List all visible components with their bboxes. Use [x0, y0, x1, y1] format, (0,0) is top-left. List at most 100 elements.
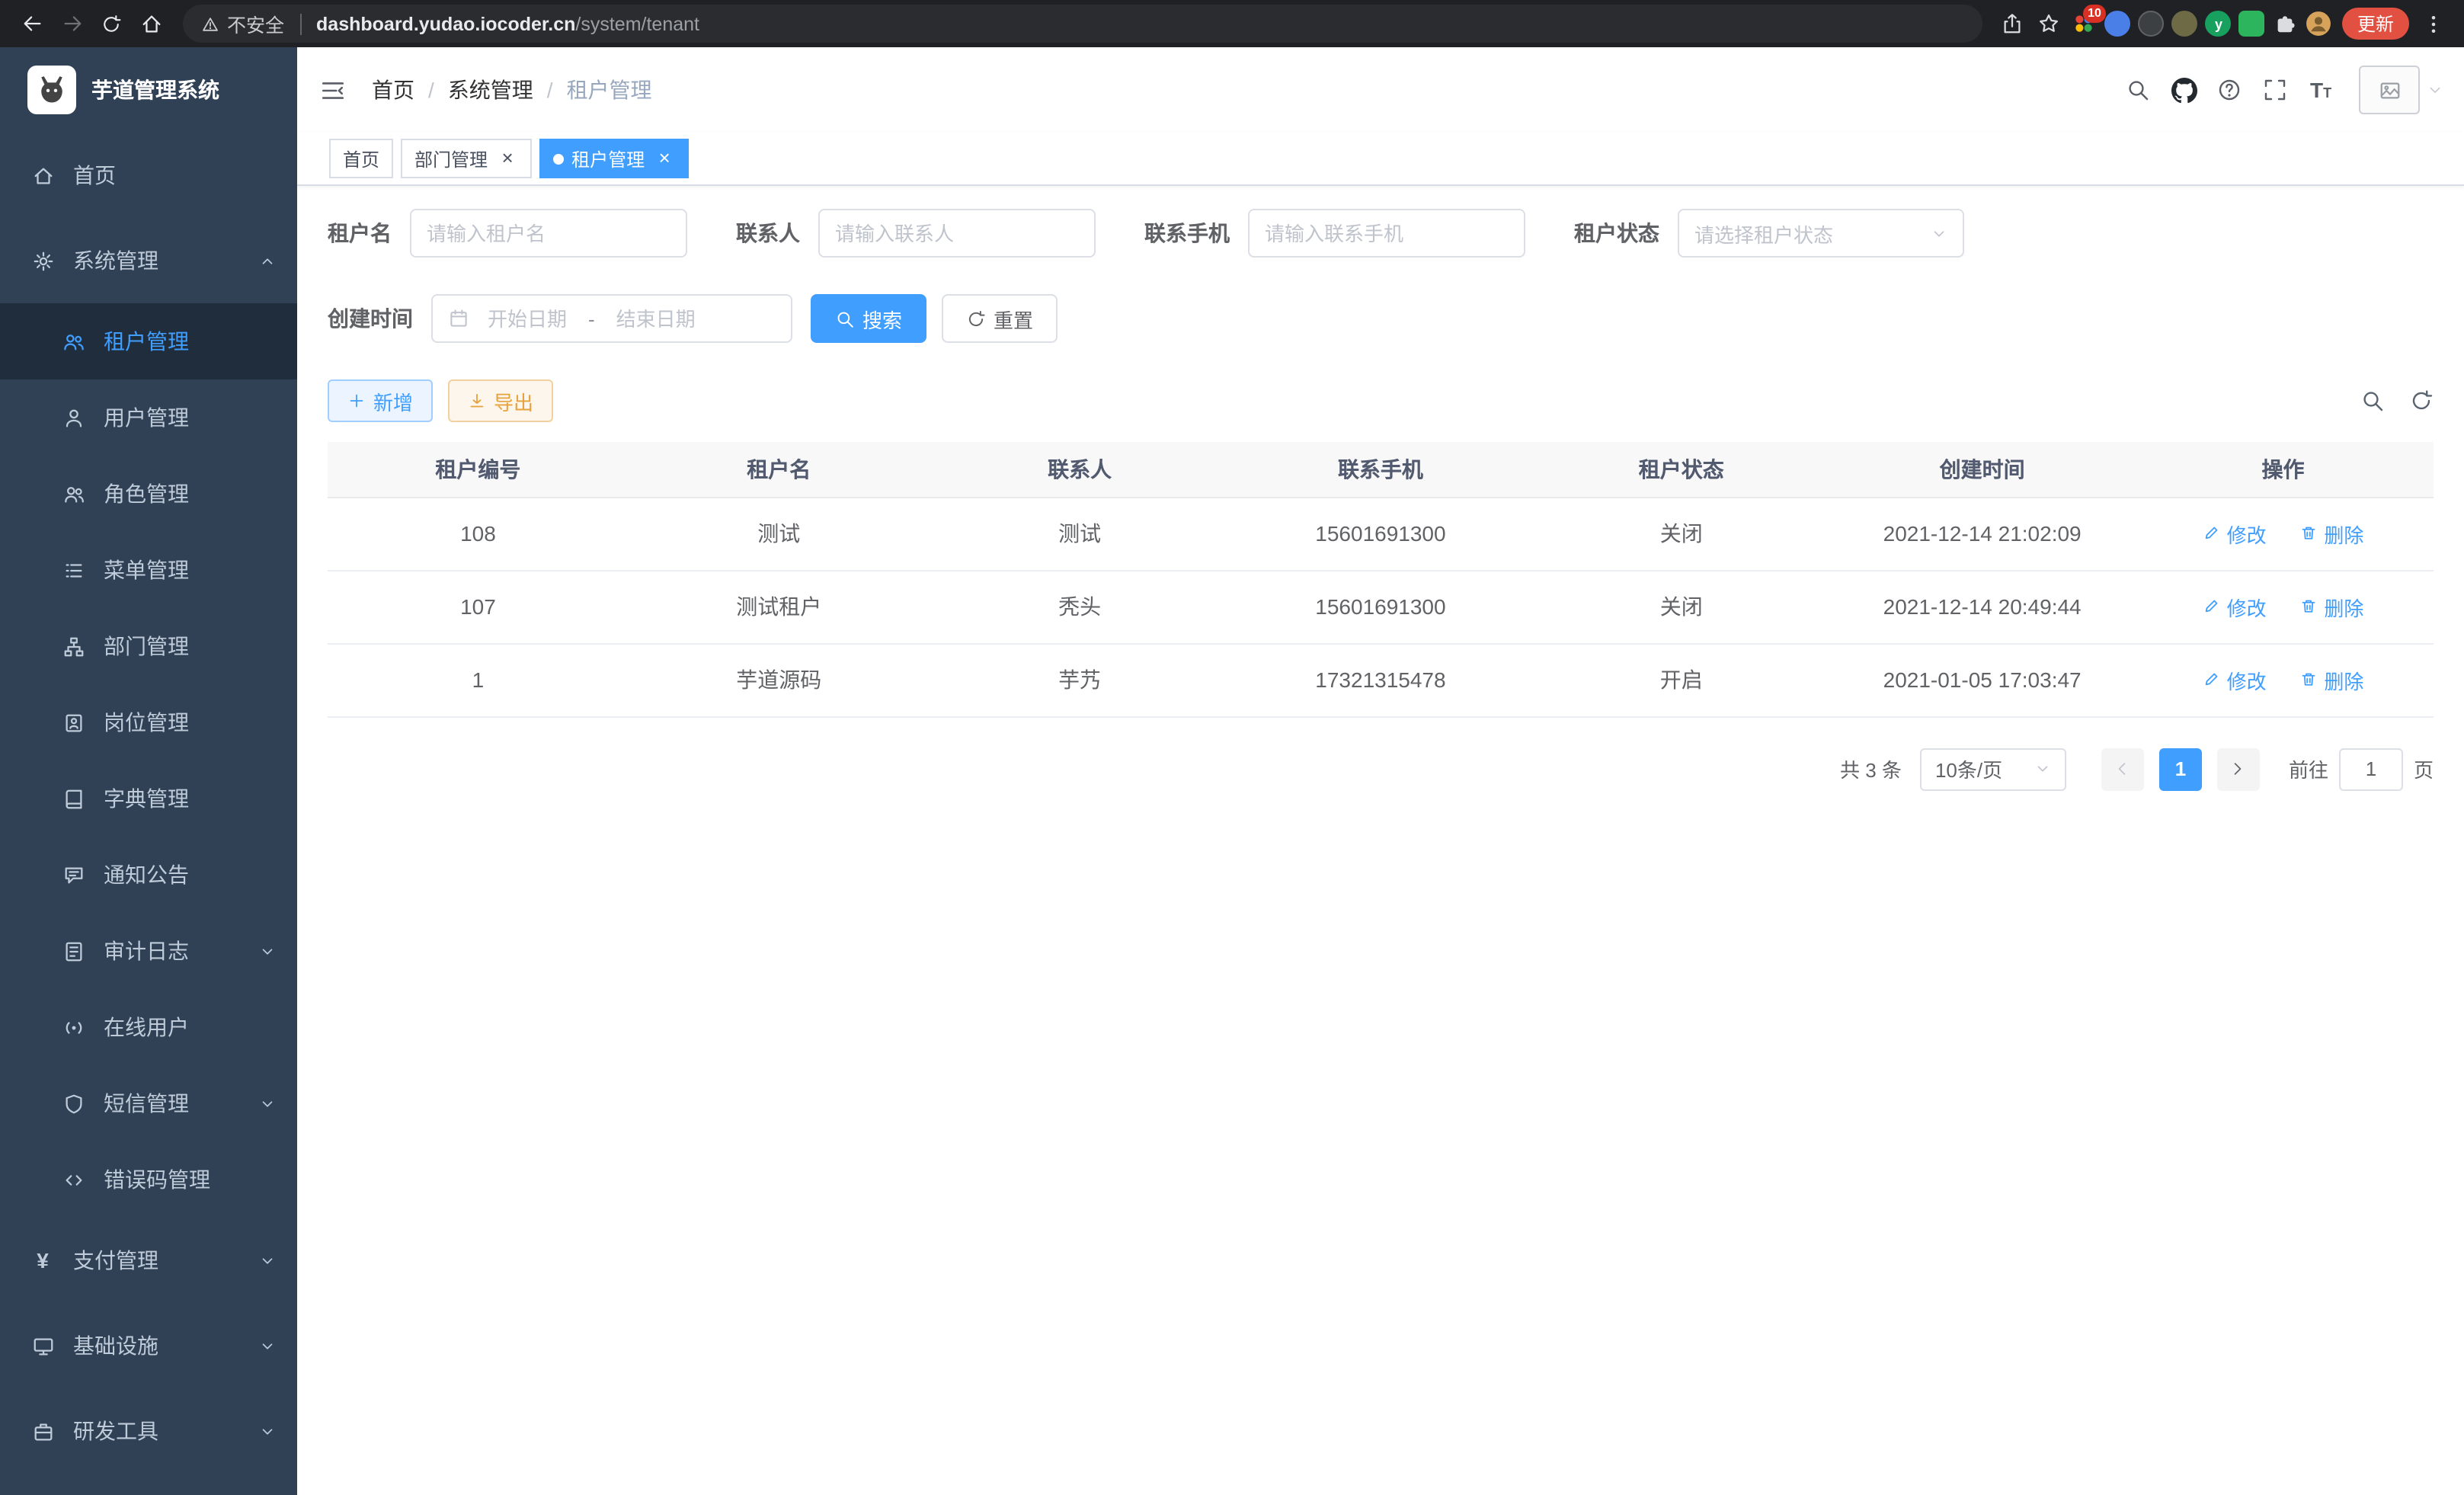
- sidebar-item-role[interactable]: 角色管理: [0, 456, 297, 532]
- extension-icon-green-square[interactable]: [2235, 7, 2269, 40]
- extension-icon-olive[interactable]: [2168, 7, 2202, 40]
- sidebar-item-sms[interactable]: 短信管理: [0, 1065, 297, 1141]
- extension-icon-green-circle[interactable]: y: [2202, 7, 2235, 40]
- cell-status: 关闭: [1531, 570, 1832, 643]
- edit-button[interactable]: 修改: [2203, 519, 2267, 548]
- sidebar-item-menu[interactable]: 菜单管理: [0, 532, 297, 608]
- page-size-value: 10条/页: [1935, 754, 2002, 783]
- header-search-icon[interactable]: [2115, 67, 2161, 113]
- sidebar-item-system[interactable]: 系统管理: [0, 218, 297, 303]
- hide-search-icon[interactable]: [2360, 389, 2385, 413]
- date-range-picker[interactable]: -: [431, 294, 792, 343]
- close-icon[interactable]: ×: [497, 148, 518, 169]
- edit-button[interactable]: 修改: [2203, 665, 2267, 694]
- tenant-name-input-field[interactable]: [427, 222, 670, 245]
- github-icon[interactable]: [2161, 67, 2206, 113]
- tenant-name-input[interactable]: [410, 209, 687, 258]
- browser-forward-button[interactable]: [52, 4, 91, 43]
- sidebar-menu: 首页 系统管理 租户管理 用户管理 角色管理: [0, 133, 297, 1474]
- page-size-select[interactable]: 10条/页: [1920, 748, 2066, 790]
- yen-icon: ¥: [30, 1248, 55, 1273]
- prev-page-button[interactable]: [2101, 748, 2144, 790]
- browser-reload-button[interactable]: [91, 4, 131, 43]
- org-tree-icon: [61, 634, 85, 658]
- filter-contact: 联系人: [736, 209, 1096, 258]
- browser-menu-icon[interactable]: [2415, 5, 2452, 42]
- edit-button[interactable]: 修改: [2203, 592, 2267, 621]
- security-indicator[interactable]: 不安全: [201, 9, 284, 38]
- breadcrumb-home[interactable]: 首页: [372, 75, 414, 105]
- tab-home[interactable]: 首页: [329, 139, 393, 178]
- cell-ops: 修改 删除: [2133, 643, 2434, 716]
- sidebar-item-label: 角色管理: [104, 479, 189, 509]
- delete-button[interactable]: 删除: [2299, 592, 2363, 621]
- browser-update-button[interactable]: 更新: [2342, 8, 2409, 40]
- tab-dept[interactable]: 部门管理 ×: [401, 139, 532, 178]
- sidebar-item-notice[interactable]: 通知公告: [0, 837, 297, 913]
- filter-mobile: 联系手机: [1144, 209, 1525, 258]
- broadcast-icon: [61, 1015, 85, 1039]
- delete-button[interactable]: 删除: [2299, 665, 2363, 694]
- cell-status: 关闭: [1531, 497, 1832, 570]
- cell-mobile: 15601691300: [1230, 497, 1531, 570]
- tab-tenant[interactable]: 租户管理 ×: [539, 139, 689, 178]
- font-size-icon[interactable]: TT: [2298, 67, 2344, 113]
- address-bar[interactable]: 不安全 dashboard.yudao.iocoder.cn/system/te…: [183, 5, 1982, 43]
- next-page-button[interactable]: [2217, 748, 2260, 790]
- help-icon[interactable]: [2206, 67, 2252, 113]
- mobile-input-field[interactable]: [1265, 222, 1509, 245]
- sidebar-item-post[interactable]: 岗位管理: [0, 684, 297, 760]
- monitor-icon: [30, 1333, 55, 1358]
- user-avatar-menu[interactable]: [2359, 66, 2443, 114]
- sidebar-item-payment[interactable]: ¥ 支付管理: [0, 1218, 297, 1303]
- book-icon: [61, 786, 85, 811]
- sidebar-toggle-icon[interactable]: [297, 47, 369, 133]
- close-icon[interactable]: ×: [654, 148, 675, 169]
- delete-button[interactable]: 删除: [2299, 519, 2363, 548]
- status-select[interactable]: 请选择租户状态: [1678, 209, 1964, 258]
- share-icon[interactable]: [1995, 5, 2031, 42]
- date-start-input[interactable]: [475, 307, 579, 330]
- breadcrumb-system[interactable]: 系统管理: [448, 75, 533, 105]
- extension-icon-blue[interactable]: [2101, 7, 2135, 40]
- sidebar-item-online-user[interactable]: 在线用户: [0, 989, 297, 1065]
- sidebar-item-home[interactable]: 首页: [0, 133, 297, 218]
- table-row: 107 测试租户 秃头 15601691300 关闭 2021-12-14 20…: [328, 570, 2434, 643]
- reset-button[interactable]: 重置: [942, 294, 1058, 343]
- mobile-input[interactable]: [1248, 209, 1525, 258]
- bookmark-star-icon[interactable]: [2031, 5, 2068, 42]
- browser-back-button[interactable]: [12, 4, 52, 43]
- add-button[interactable]: 新增: [328, 379, 433, 422]
- sidebar-item-tenant[interactable]: 租户管理: [0, 303, 297, 379]
- search-button[interactable]: 搜索: [811, 294, 926, 343]
- app-logo: [27, 66, 76, 114]
- browser-profile-avatar[interactable]: [2302, 7, 2336, 40]
- browser-chrome: 不安全 dashboard.yudao.iocoder.cn/system/te…: [0, 0, 2464, 47]
- sidebar-item-dept[interactable]: 部门管理: [0, 608, 297, 684]
- browser-home-button[interactable]: [131, 4, 171, 43]
- fullscreen-icon[interactable]: [2252, 67, 2298, 113]
- logo-row[interactable]: 芋道管理系统: [0, 47, 297, 133]
- sidebar-item-error-code[interactable]: 错误码管理: [0, 1141, 297, 1218]
- main-area: 首页 / 系统管理 / 租户管理: [297, 47, 2464, 1495]
- contact-input[interactable]: [818, 209, 1096, 258]
- sidebar-item-dict[interactable]: 字典管理: [0, 760, 297, 837]
- sidebar-item-user[interactable]: 用户管理: [0, 379, 297, 456]
- export-button[interactable]: 导出: [448, 379, 553, 422]
- shield-icon: [61, 1091, 85, 1116]
- contact-input-field[interactable]: [835, 222, 1079, 245]
- sidebar-item-label: 错误码管理: [104, 1164, 210, 1195]
- date-end-input[interactable]: [604, 307, 708, 330]
- extensions-puzzle-icon[interactable]: [2269, 7, 2302, 40]
- page-number-1[interactable]: 1: [2159, 748, 2202, 790]
- home-icon: [30, 163, 55, 187]
- sidebar-item-label: 租户管理: [104, 326, 189, 357]
- jump-input-field[interactable]: [2341, 757, 2402, 780]
- refresh-icon[interactable]: [2409, 389, 2434, 413]
- jump-input[interactable]: [2339, 748, 2403, 790]
- extension-icon-dark[interactable]: [2135, 7, 2168, 40]
- sidebar-item-devtools[interactable]: 研发工具: [0, 1388, 297, 1474]
- extension-icon-colorful[interactable]: 10: [2068, 7, 2101, 40]
- sidebar-item-infra[interactable]: 基础设施: [0, 1303, 297, 1388]
- sidebar-item-audit-log[interactable]: 审计日志: [0, 913, 297, 989]
